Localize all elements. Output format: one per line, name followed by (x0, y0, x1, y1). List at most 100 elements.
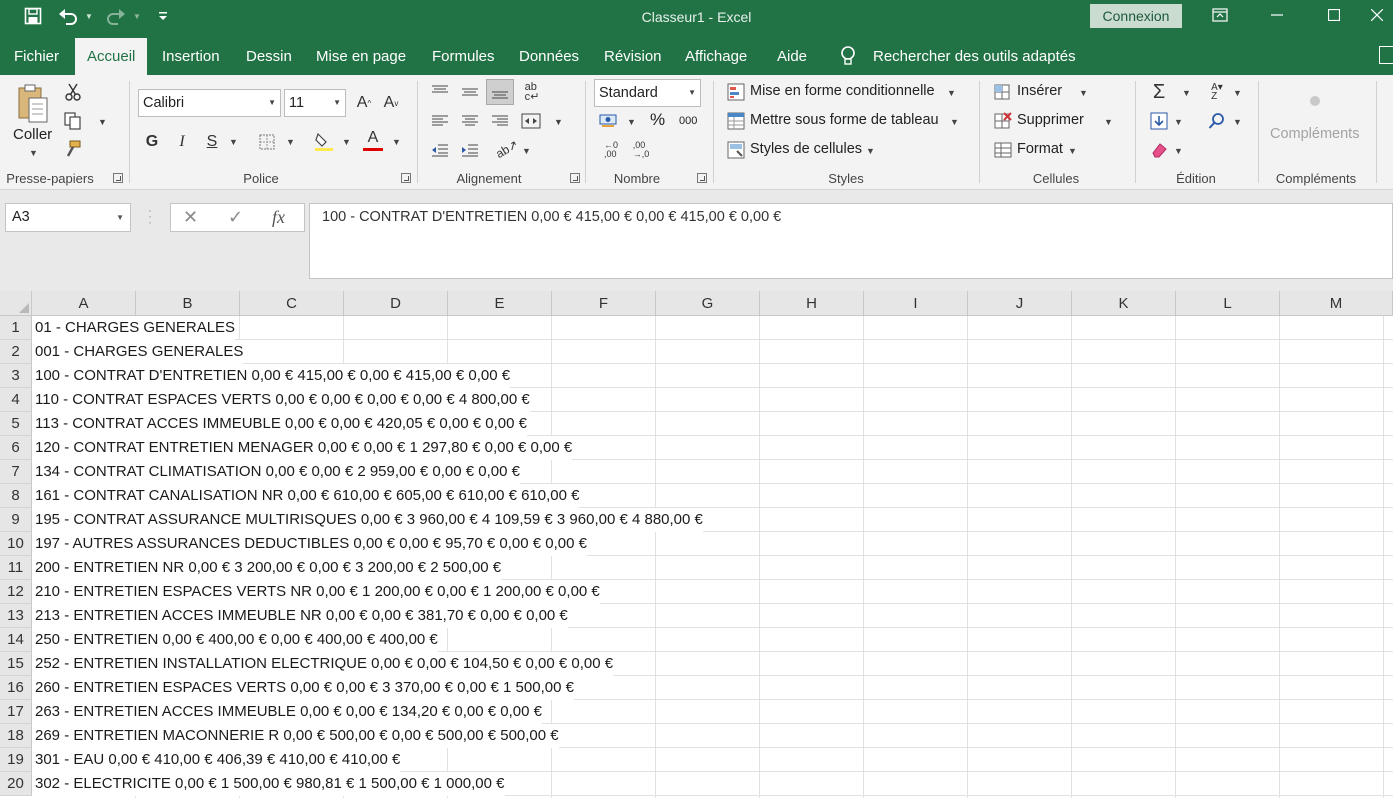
share-icon[interactable] (1379, 46, 1393, 64)
tab-donnees[interactable]: Données (507, 38, 591, 75)
merge-center-icon[interactable] (519, 110, 543, 132)
tab-revision[interactable]: Révision (592, 38, 674, 75)
minimize-icon[interactable] (1254, 0, 1300, 30)
autosum-icon[interactable]: Σ (1148, 81, 1170, 103)
cell-a10[interactable]: 197 - AUTRES ASSURANCES DEDUCTIBLES 0,00… (32, 532, 587, 556)
row-header[interactable]: 5 (0, 412, 32, 436)
cell-a7[interactable]: 134 - CONTRAT CLIMATISATION 0,00 € 0,00 … (32, 460, 520, 484)
merge-dropdown-icon[interactable]: ▼ (554, 117, 563, 127)
increase-font-size-icon[interactable]: A ^ (353, 92, 375, 114)
cancel-icon[interactable]: ✕ (183, 204, 198, 231)
format-cells-button[interactable]: Format (1017, 141, 1063, 157)
fill-dropdown-icon[interactable]: ▼ (1174, 117, 1183, 127)
sort-filter-dropdown-icon[interactable]: ▼ (1233, 88, 1242, 98)
orientation-dropdown-icon[interactable]: ▼ (522, 146, 531, 156)
format-cells-icon[interactable] (993, 140, 1013, 160)
increase-indent-icon[interactable] (458, 139, 482, 161)
fill-color-dropdown-icon[interactable]: ▼ (342, 137, 351, 147)
clear-icon[interactable] (1148, 139, 1170, 161)
ribbon-display-options-icon[interactable] (1197, 0, 1243, 30)
decrease-decimal-icon[interactable]: ,00 →,0 (630, 139, 652, 161)
tab-mise-en-page[interactable]: Mise en page (304, 38, 418, 75)
thousands-separator-icon[interactable]: 000 (679, 115, 697, 127)
cell-a3[interactable]: 100 - CONTRAT D'ENTRETIEN 0,00 € 415,00 … (32, 364, 511, 388)
clear-dropdown-icon[interactable]: ▼ (1174, 146, 1183, 156)
cell-a19[interactable]: 301 - EAU 0,00 € 410,00 € 406,39 € 410,0… (32, 748, 401, 772)
column-header[interactable]: K (1072, 291, 1176, 316)
italic-icon[interactable]: I (172, 131, 192, 153)
sort-filter-icon[interactable]: A▾ Z (1205, 81, 1229, 103)
column-header[interactable]: M (1280, 291, 1393, 316)
number-launcher-icon[interactable] (697, 173, 707, 183)
column-header[interactable]: H (760, 291, 864, 316)
cell-a9[interactable]: 195 - CONTRAT ASSURANCE MULTIRISQUES 0,0… (32, 508, 703, 532)
cell-a8[interactable]: 161 - CONTRAT CANALISATION NR 0,00 € 610… (32, 484, 580, 508)
copy-dropdown-icon[interactable]: ▼ (98, 117, 107, 127)
delete-cells-icon[interactable] (993, 111, 1013, 131)
cell-styles-button[interactable]: Styles de cellules (750, 141, 862, 157)
column-header[interactable]: L (1176, 291, 1280, 316)
increase-decimal-icon[interactable]: ←0,00 (600, 139, 622, 161)
cell-styles-icon[interactable] (726, 140, 746, 160)
cell-a6[interactable]: 120 - CONTRAT ENTRETIEN MENAGER 0,00 € 0… (32, 436, 573, 460)
maximize-icon[interactable] (1311, 0, 1357, 30)
cell-a18[interactable]: 269 - ENTRETIEN MACONNERIE R 0,00 € 500,… (32, 724, 559, 748)
row-header[interactable]: 16 (0, 676, 32, 700)
accounting-dropdown-icon[interactable]: ▼ (627, 117, 636, 127)
row-header[interactable]: 10 (0, 532, 32, 556)
fill-icon[interactable] (1148, 110, 1170, 132)
enter-icon[interactable]: ✓ (228, 204, 243, 231)
bold-icon[interactable]: G (142, 131, 162, 153)
tab-accueil[interactable]: Accueil (75, 38, 148, 75)
undo-icon[interactable] (56, 4, 80, 28)
conditional-formatting-button[interactable]: Mise en forme conditionnelle (750, 83, 935, 99)
save-icon[interactable] (20, 4, 46, 28)
autosum-dropdown-icon[interactable]: ▼ (1182, 88, 1191, 98)
paste-button-label[interactable]: Coller (13, 126, 52, 143)
insert-cells-icon[interactable] (993, 82, 1013, 102)
paste-icon[interactable] (14, 81, 50, 127)
cell-a20[interactable]: 302 - ELECTRICITE 0,00 € 1 500,00 € 980,… (32, 772, 505, 796)
font-name-combo[interactable]: Calibri ▼ (138, 89, 281, 117)
redo-dropdown-icon[interactable]: ▼ (130, 4, 144, 28)
align-center-icon[interactable] (458, 110, 482, 132)
search-tools-field[interactable]: Rechercher des outils adaptés (861, 38, 1088, 75)
align-top-icon[interactable] (428, 81, 452, 103)
tab-insertion[interactable]: Insertion (150, 38, 232, 75)
addins-button[interactable]: Compléments (1270, 126, 1359, 142)
delete-cells-button[interactable]: Supprimer (1017, 112, 1084, 128)
redo-icon[interactable] (104, 4, 128, 28)
row-header[interactable]: 12 (0, 580, 32, 604)
column-header[interactable]: C (240, 291, 344, 316)
font-size-combo[interactable]: 11 ▼ (284, 89, 346, 117)
formula-bar-grip-icon[interactable]: · · · (148, 204, 152, 228)
find-select-icon[interactable] (1206, 110, 1228, 132)
select-all-button[interactable] (0, 291, 32, 316)
insert-function-icon[interactable]: fx (272, 204, 285, 231)
column-header[interactable]: F (552, 291, 656, 316)
paste-dropdown-icon[interactable]: ▼ (29, 148, 38, 158)
percent-style-icon[interactable]: % (650, 110, 665, 130)
row-header[interactable]: 18 (0, 724, 32, 748)
formula-input[interactable]: 100 - CONTRAT D'ENTRETIEN 0,00 € 415,00 … (309, 203, 1393, 279)
name-box[interactable]: A3 ▼ (5, 203, 131, 232)
row-header[interactable]: 8 (0, 484, 32, 508)
format-painter-icon[interactable] (62, 139, 84, 159)
cell-a17[interactable]: 263 - ENTRETIEN ACCES IMMEUBLE 0,00 € 0,… (32, 700, 542, 724)
row-header[interactable]: 9 (0, 508, 32, 532)
borders-dropdown-icon[interactable]: ▼ (286, 137, 295, 147)
align-right-icon[interactable] (488, 110, 512, 132)
addins-icon[interactable] (1307, 93, 1323, 109)
cut-icon[interactable] (62, 82, 84, 102)
format-as-table-button[interactable]: Mettre sous forme de tableau (750, 112, 939, 128)
row-header[interactable]: 15 (0, 652, 32, 676)
row-header[interactable]: 1 (0, 316, 32, 340)
row-header[interactable]: 20 (0, 772, 32, 796)
wrap-text-icon[interactable]: ab c↵ (519, 79, 545, 105)
row-header[interactable]: 4 (0, 388, 32, 412)
close-icon[interactable] (1360, 0, 1393, 30)
row-header[interactable]: 19 (0, 748, 32, 772)
cell-a11[interactable]: 200 - ENTRETIEN NR 0,00 € 3 200,00 € 0,0… (32, 556, 502, 580)
decrease-font-size-icon[interactable]: Av (380, 92, 402, 114)
font-color-icon[interactable]: A (362, 128, 384, 152)
